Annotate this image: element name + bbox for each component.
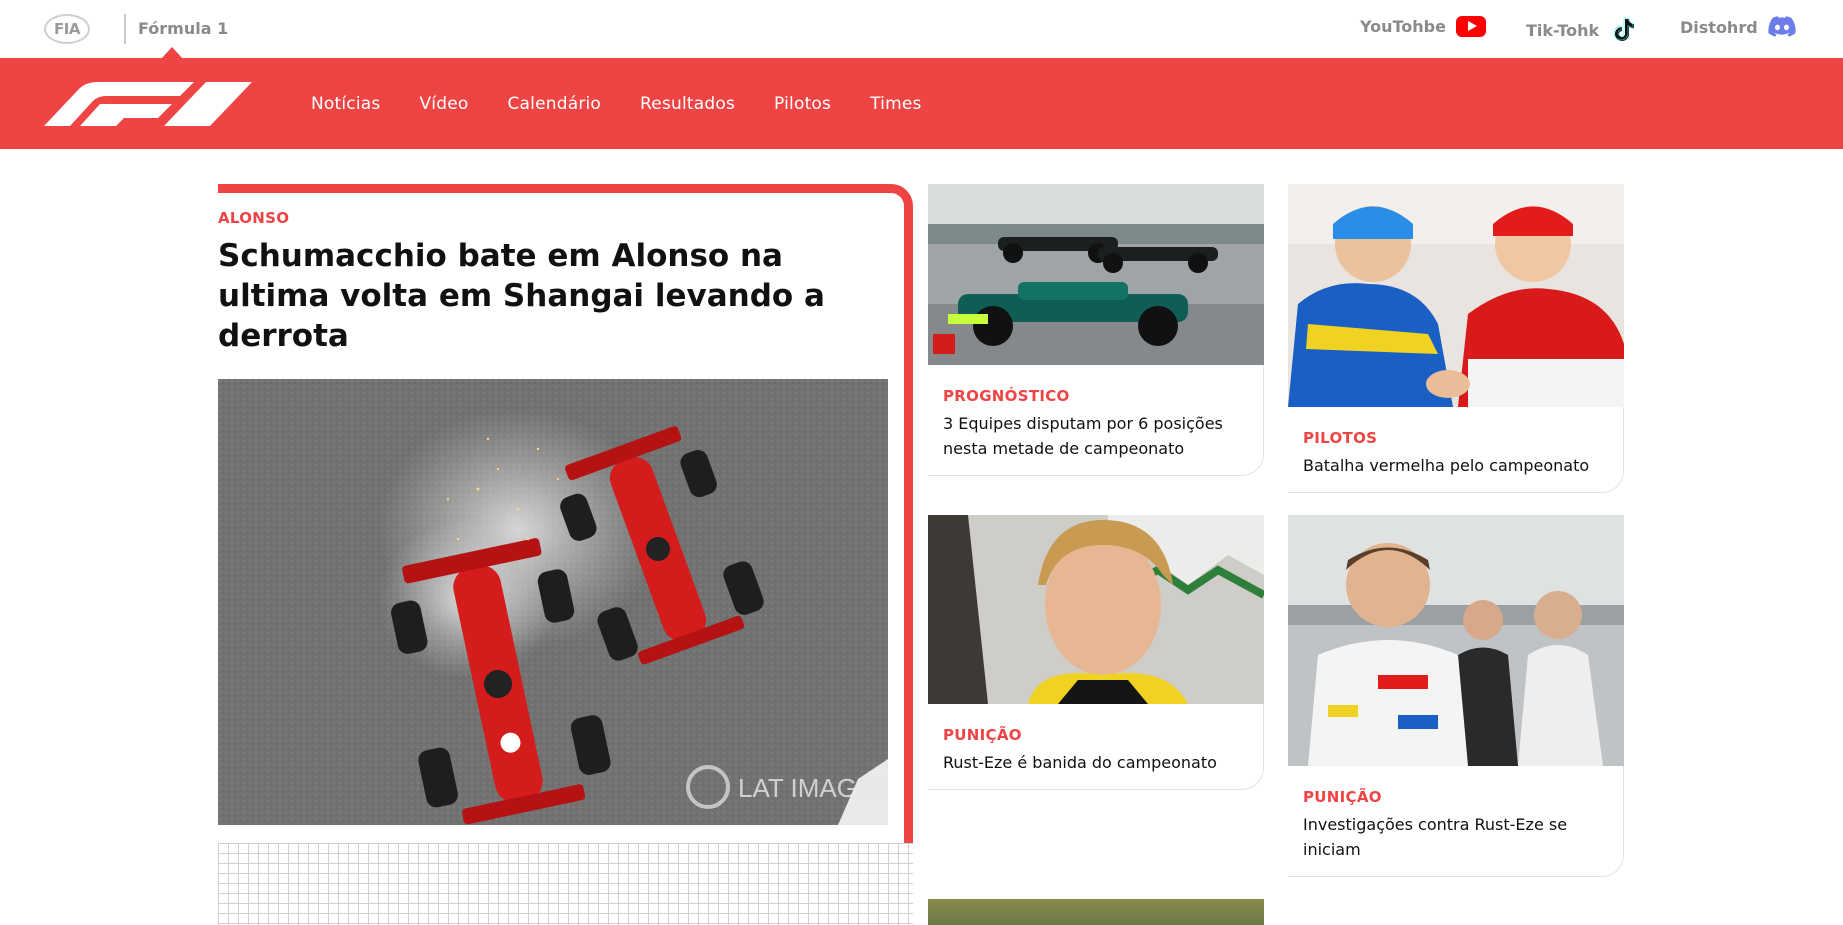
nav-video[interactable]: Vídeo — [419, 94, 468, 114]
top-bar: FIA Fórmula 1 YouTohbe Tik-Tohk Distohrd — [0, 0, 1843, 59]
discord-link[interactable]: Distohrd — [1680, 16, 1796, 38]
crash-photo: LAT IMAGES — [218, 379, 888, 825]
news-card-1-title[interactable]: 3 Equipes disputam por 6 posições nesta … — [943, 411, 1248, 461]
nav-resultados[interactable]: Resultados — [640, 94, 735, 114]
featured-tag[interactable]: ALONSO — [218, 209, 289, 227]
drivers-handshake-photo — [1288, 184, 1624, 407]
discord-icon — [1768, 16, 1796, 37]
nav-links: Notícias Vídeo Calendário Resultados Pil… — [311, 58, 922, 149]
news-card-4-tag[interactable]: PUNIÇÃO — [1303, 788, 1608, 806]
news-card-1-image — [928, 184, 1264, 365]
featured-title[interactable]: Schumacchio bate em Alonso na ultima vol… — [218, 236, 858, 356]
garage-photo — [1288, 515, 1624, 766]
top-divider — [124, 14, 126, 44]
featured-image[interactable]: LAT IMAGES — [218, 379, 888, 825]
formula1-link[interactable]: Fórmula 1 — [138, 19, 228, 38]
youtube-icon — [1455, 16, 1486, 37]
nav-noticias[interactable]: Notícias — [311, 94, 380, 114]
news-card-1-tag[interactable]: PROGNÓSTICO — [943, 387, 1248, 405]
next-card-image-peek[interactable] — [928, 899, 1264, 925]
news-card-3[interactable]: PUNIÇÃO Rust-Eze é banida do campeonato — [928, 515, 1264, 790]
youtube-label: YouTohbe — [1360, 17, 1446, 36]
news-card-2-tag[interactable]: PILOTOS — [1303, 429, 1608, 447]
image-watermark: LAT IMAGES — [738, 773, 888, 803]
tiktok-link[interactable]: Tik-Tohk — [1526, 16, 1637, 44]
youtube-link[interactable]: YouTohbe — [1360, 16, 1486, 37]
news-card-2-title[interactable]: Batalha vermelha pelo campeonato — [1303, 453, 1608, 478]
race-cars-photo — [928, 184, 1264, 365]
fia-logo[interactable]: FIA — [44, 14, 90, 44]
decorative-grid — [218, 843, 913, 925]
nav-calendario[interactable]: Calendário — [507, 94, 601, 114]
news-card-4-image — [1288, 515, 1624, 766]
driver-portrait-photo — [928, 515, 1264, 704]
news-card-4-title[interactable]: Investigações contra Rust-Eze se iniciam — [1303, 812, 1608, 862]
news-card-2-image — [1288, 184, 1624, 407]
news-card-3-image — [928, 515, 1264, 704]
discord-label: Distohrd — [1680, 17, 1758, 37]
nav-pilotos[interactable]: Pilotos — [774, 94, 831, 114]
tiktok-icon — [1613, 17, 1635, 41]
news-card-3-title[interactable]: Rust-Eze é banida do campeonato — [943, 750, 1248, 775]
nav-times[interactable]: Times — [870, 94, 921, 114]
news-card-4[interactable]: PUNIÇÃO Investigações contra Rust-Eze se… — [1288, 515, 1624, 877]
f1-logo[interactable] — [44, 82, 252, 126]
news-card-2[interactable]: PILOTOS Batalha vermelha pelo campeonato — [1288, 184, 1624, 493]
tiktok-label: Tik-Tohk — [1526, 20, 1600, 40]
main-nav: Notícias Vídeo Calendário Resultados Pil… — [0, 58, 1843, 149]
news-card-3-tag[interactable]: PUNIÇÃO — [943, 726, 1248, 744]
news-card-1[interactable]: PROGNÓSTICO 3 Equipes disputam por 6 pos… — [928, 184, 1264, 476]
